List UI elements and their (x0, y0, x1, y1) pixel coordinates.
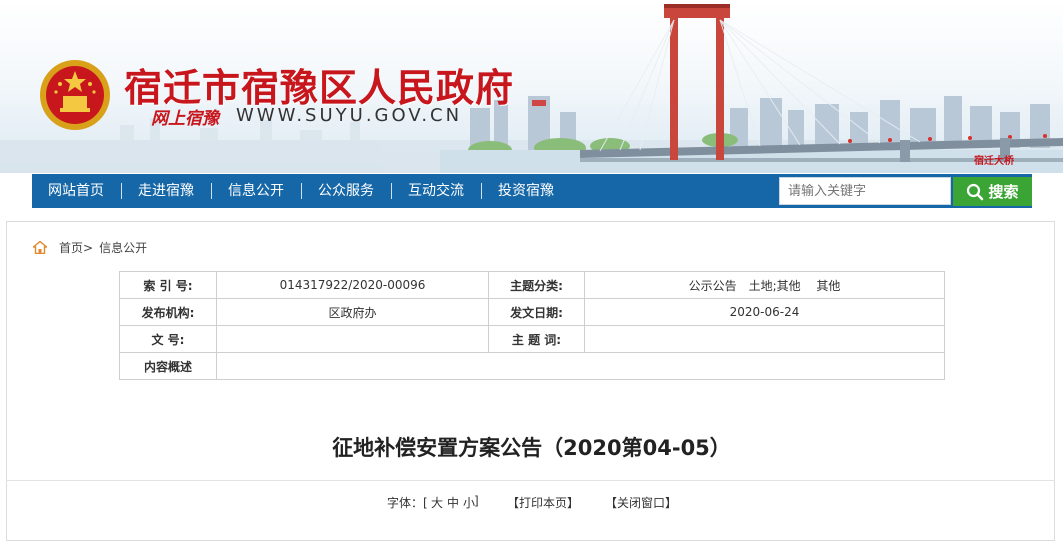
meta-value-doc-number (216, 325, 489, 353)
meta-value-index: 014317922/2020-00096 (216, 271, 489, 299)
divider (6, 480, 1055, 481)
nav-separator (391, 183, 392, 199)
search-input[interactable] (779, 177, 951, 205)
table-row: 索 引 号: 014317922/2020-00096 主题分类: 公示公告 土… (119, 271, 945, 299)
nav-item-public-service[interactable]: 公众服务 (318, 174, 374, 208)
table-row: 发布机构: 区政府办 发文日期: 2020-06-24 (119, 298, 945, 326)
print-button[interactable]: 【打印本页】 (507, 494, 579, 511)
search-button-label: 搜索 (988, 183, 1019, 201)
meta-label-doc-number: 文 号: (119, 325, 217, 353)
nav-separator (301, 183, 302, 199)
site-url: WWW.SUYU.GOV.CN (236, 105, 463, 126)
meta-value-keywords (584, 325, 945, 353)
meta-label-index: 索 引 号: (119, 271, 217, 299)
table-row: 内容概述 (119, 352, 945, 380)
breadcrumb-home[interactable]: 首页> (59, 239, 93, 256)
nav-item-info-public[interactable]: 信息公开 (228, 174, 284, 208)
breadcrumb: 首页> 信息公开 (33, 239, 147, 255)
header-banner: 宿迁市宿豫区人民政府 网上宿豫 WWW.SUYU.GOV.CN 宿迁大桥 (0, 0, 1063, 173)
nav-separator (121, 183, 122, 199)
meta-value-category: 公示公告 土地;其他 其他 (584, 271, 945, 299)
font-size-close-bracket: ] (474, 494, 479, 508)
meta-label-summary: 内容概述 (119, 352, 217, 380)
meta-value-summary (216, 352, 945, 380)
article-tools: 字体：[ 大 中 小 ] 【打印本页】 【关闭窗口】 (0, 494, 1063, 510)
nav-item-interaction[interactable]: 互动交流 (408, 174, 464, 208)
font-size-label: 字体：[ (387, 496, 428, 510)
search-button[interactable]: 搜索 (953, 177, 1032, 206)
meta-value-publisher: 区政府办 (216, 298, 489, 326)
breadcrumb-current[interactable]: 信息公开 (99, 239, 147, 256)
content-panel (6, 221, 1055, 541)
nav-item-about[interactable]: 走进宿豫 (138, 174, 194, 208)
bridge-label: 宿迁大桥 (974, 156, 1014, 167)
table-row: 文 号: 主 题 词: (119, 325, 945, 353)
home-icon (33, 240, 47, 254)
nav-item-home[interactable]: 网站首页 (48, 174, 104, 208)
meta-label-category: 主题分类: (488, 271, 585, 299)
nav-separator (211, 183, 212, 199)
site-slogan: 网上宿豫 (151, 109, 219, 129)
meta-label-publisher: 发布机构: (119, 298, 217, 326)
font-size-large[interactable]: 大 (431, 494, 443, 511)
document-meta-table: 索 引 号: 014317922/2020-00096 主题分类: 公示公告 土… (119, 271, 945, 380)
close-window-button[interactable]: 【关闭窗口】 (605, 494, 677, 511)
nav-separator (481, 183, 482, 199)
meta-label-date: 发文日期: (488, 298, 585, 326)
article-title: 征地补偿安置方案公告（2020第04-05） (332, 436, 731, 460)
nav-item-investment[interactable]: 投资宿豫 (498, 174, 554, 208)
meta-label-keywords: 主 题 词: (488, 325, 585, 353)
search-icon (967, 183, 984, 200)
national-emblem-icon (40, 60, 110, 130)
font-size-medium[interactable]: 中 (447, 494, 459, 511)
meta-value-date: 2020-06-24 (584, 298, 945, 326)
